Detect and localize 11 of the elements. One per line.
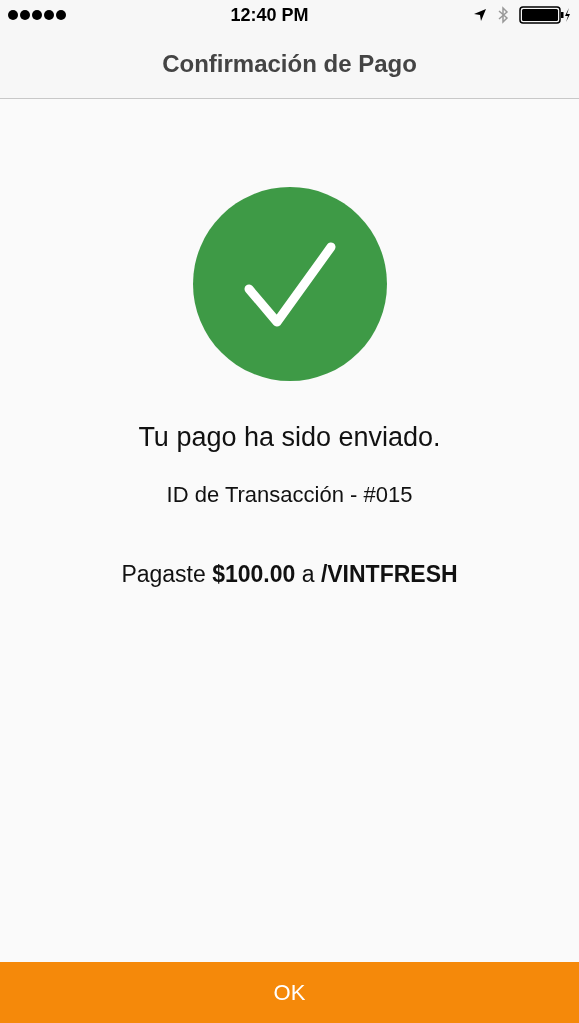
payment-summary: Pagaste $100.00 a /VINTFRESH bbox=[121, 559, 458, 589]
transaction-id: ID de Transacción - #015 bbox=[166, 480, 413, 509]
page-title: Confirmación de Pago bbox=[162, 49, 417, 79]
signal-icon bbox=[8, 10, 66, 20]
status-time: 12:40 PM bbox=[230, 3, 309, 27]
ok-button[interactable]: OK bbox=[0, 962, 579, 1023]
checkmark-icon bbox=[192, 187, 387, 381]
battery-icon bbox=[519, 6, 571, 24]
location-icon bbox=[473, 8, 487, 22]
success-message: Tu pago ha sido enviado. bbox=[138, 421, 441, 454]
bluetooth-icon bbox=[497, 6, 509, 24]
